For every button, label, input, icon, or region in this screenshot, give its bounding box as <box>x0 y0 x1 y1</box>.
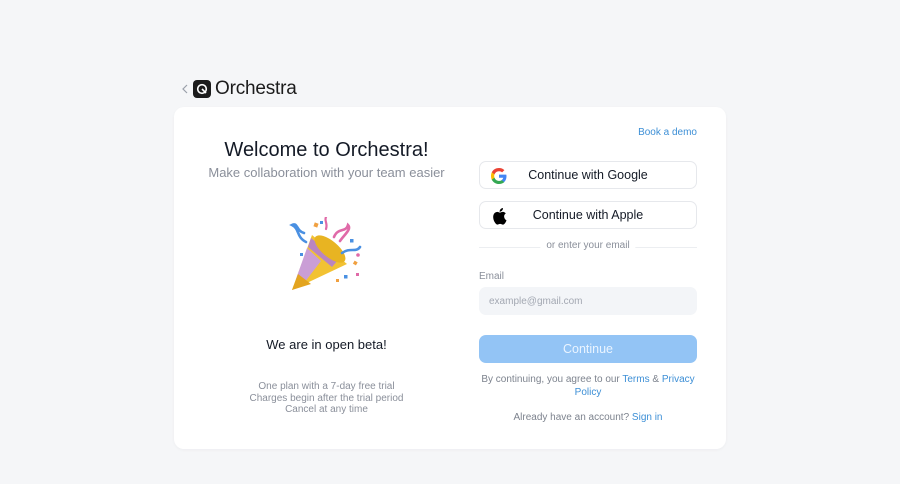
terms-prefix: By continuing, you agree to our <box>481 374 623 385</box>
open-beta-text: We are in open beta! <box>266 337 387 352</box>
signin-prompt: Already have an account? Sign in <box>479 412 697 423</box>
welcome-title: Welcome to Orchestra! <box>224 139 429 161</box>
orchestra-logo-icon <box>193 80 211 98</box>
welcome-subtitle: Make collaboration with your team easier <box>208 165 445 180</box>
sign-in-link[interactable]: Sign in <box>632 412 663 423</box>
chevron-left-icon[interactable] <box>180 82 190 96</box>
terms-link[interactable]: Terms <box>622 374 649 385</box>
terms-notice: By continuing, you agree to our Terms & … <box>479 373 697 399</box>
google-button-label: Continue with Google <box>528 168 648 182</box>
continue-with-apple-button[interactable]: Continue with Apple <box>479 201 697 229</box>
brand-name: Orchestra <box>215 78 297 99</box>
continue-button[interactable]: Continue <box>479 335 697 363</box>
plan-line: Charges begin after the trial period <box>249 392 404 404</box>
header: Orchestra <box>180 78 297 100</box>
apple-icon <box>490 207 508 225</box>
email-label: Email <box>479 271 505 282</box>
book-demo-link[interactable]: Book a demo <box>638 127 697 138</box>
google-icon <box>490 167 508 185</box>
plan-line: One plan with a 7-day free trial <box>258 381 395 392</box>
plan-line: Cancel at any time <box>285 404 368 415</box>
apple-button-label: Continue with Apple <box>532 208 644 222</box>
welcome-panel: Welcome to Orchestra! Make collaboration… <box>174 107 479 449</box>
or-divider: or enter your email <box>479 240 697 254</box>
email-field[interactable] <box>479 287 697 315</box>
divider-text: or enter your email <box>540 240 636 251</box>
party-popper-icon <box>284 215 366 299</box>
signup-card: Welcome to Orchestra! Make collaboration… <box>174 107 726 449</box>
terms-and: & <box>649 374 662 385</box>
plan-details: One plan with a 7-day free trial Charges… <box>174 381 479 416</box>
signin-prefix: Already have an account? <box>513 412 632 423</box>
continue-with-google-button[interactable]: Continue with Google <box>479 161 697 189</box>
